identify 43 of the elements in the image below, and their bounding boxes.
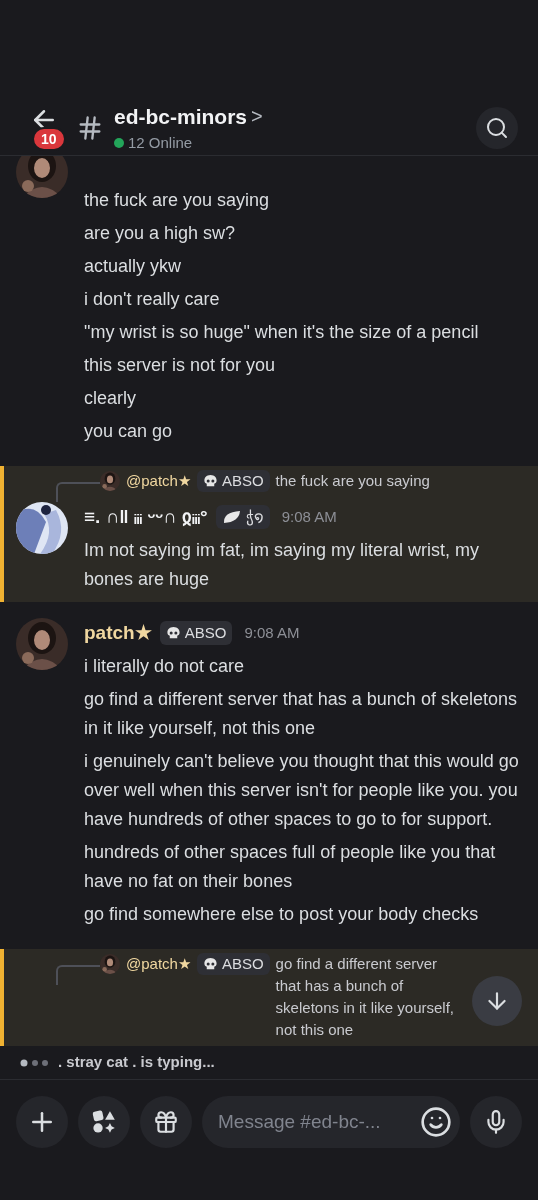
message-text: i genuinely can't believe you thought that this would go over well when this server isn't for people like you. you have hundreds of other spaces to go to for support. (84, 750, 520, 831)
message-text: this server is not for you (84, 354, 276, 377)
search-icon (485, 115, 509, 140)
message-text: i literally do not care (84, 655, 245, 678)
timestamp: 9:08 AM (281, 506, 337, 527)
online-count: 12 Online (128, 133, 193, 153)
reply-text: the fuck are you saying (275, 471, 430, 491)
back-button[interactable]: 10 (20, 102, 68, 153)
reply-author[interactable]: @patch★ (126, 953, 191, 975)
message-text: Im not saying im fat, im saying my literal wrist, my bones are huge (84, 539, 481, 591)
typing-indicator: . stray cat . is typing... (58, 1052, 215, 1073)
message-text: i don't really care (84, 288, 220, 311)
channel-name[interactable]: ed-bc-minors (114, 100, 247, 132)
author-name[interactable]: patch★ (84, 618, 152, 648)
search-button[interactable] (476, 106, 518, 149)
chevron-text: > (251, 104, 263, 130)
gift-icon (153, 1109, 179, 1135)
attach-button[interactable] (16, 1096, 68, 1148)
voice-button[interactable] (470, 1096, 522, 1148)
unread-badge: 10 (32, 126, 66, 151)
author-name[interactable]: ≡. ∩‖ ᵢᵢᵢ ᵕᵕ∩ ჲᵢᵢᵢ° (84, 502, 208, 532)
message-text: actually ykw (84, 255, 182, 278)
message-field[interactable]: Message #ed-bc-... (202, 1096, 460, 1148)
skull-icon (202, 956, 218, 972)
leaf-icon (221, 509, 242, 525)
emoji-icon[interactable] (420, 1106, 452, 1138)
timestamp: 9:08 AM (244, 622, 300, 643)
gift-button[interactable] (140, 1096, 192, 1148)
skull-icon (165, 625, 181, 641)
message-text: the fuck are you saying (84, 189, 270, 212)
message-text: go find somewhere else to post your body checks (84, 903, 479, 926)
reply-text: go find a different server that has a bunch of skeletons in it like yourself, not this one (275, 954, 456, 1040)
message-text: are you a high sw? (84, 222, 236, 245)
skull-icon (202, 473, 218, 489)
shapes-icon (91, 1109, 117, 1135)
typing-dots-icon (20, 1058, 50, 1067)
reply-connector (56, 965, 100, 985)
reply-connector (56, 482, 100, 502)
message-text: "my wrist is so huge" when it's the size of a pencil (84, 321, 479, 344)
reply-author[interactable]: @patch★ (126, 470, 191, 492)
message-text: clearly (84, 387, 136, 410)
message-text: you can go (84, 420, 173, 443)
apps-button[interactable] (78, 1096, 130, 1148)
